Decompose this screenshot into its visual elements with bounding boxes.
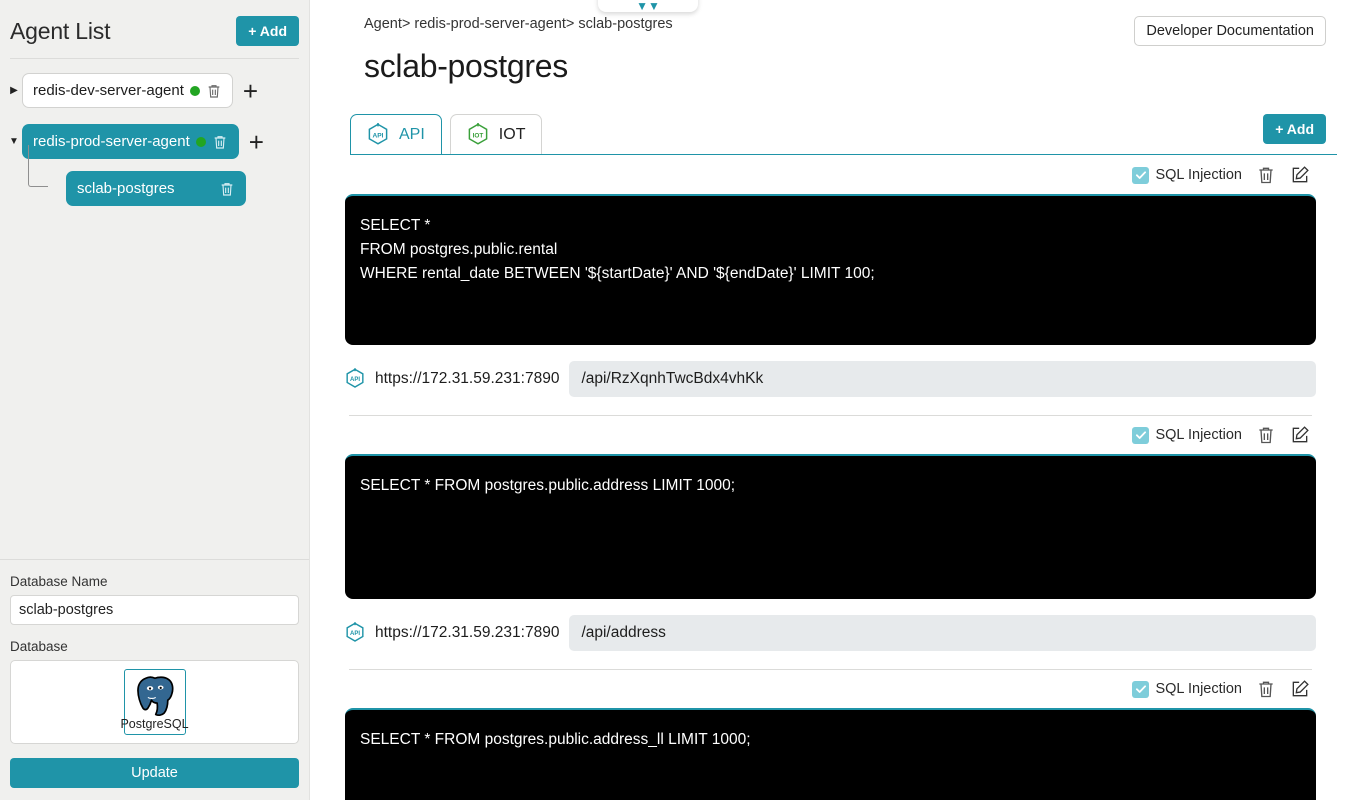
tree-row: redis-dev-server-agent + (6, 73, 299, 108)
caret-collapsed-icon[interactable] (6, 86, 22, 96)
endpoint-toolbar: SQL Injection (335, 156, 1326, 194)
panel-collapse-handle[interactable]: ▼▼ (598, 0, 698, 12)
sidebar-item-sclab-postgres[interactable]: sclab-postgres (66, 171, 246, 206)
endpoint-url-row: API https://172.31.59.231:7890 /api/RzXq… (335, 345, 1326, 397)
database-settings-form: Database Name Database (0, 559, 309, 800)
sql-injection-label: SQL Injection (1155, 427, 1242, 443)
database-label: sclab-postgres (77, 180, 175, 197)
update-button[interactable]: Update (10, 758, 299, 788)
iot-hex-icon: IOT (467, 122, 489, 147)
add-child-plus-icon[interactable]: + (249, 129, 264, 155)
agent-label: redis-dev-server-agent (33, 82, 184, 99)
endpoint-url-row: API https://172.31.59.231:7890 /api/addr… (335, 599, 1326, 651)
sql-injection-label: SQL Injection (1155, 681, 1242, 697)
api-hex-icon: API (345, 368, 365, 390)
developer-documentation-button[interactable]: Developer Documentation (1134, 16, 1326, 46)
svg-text:IOT: IOT (472, 132, 483, 139)
trash-icon[interactable] (1256, 679, 1276, 699)
tree-connector (28, 145, 48, 187)
endpoint-toolbar: SQL Injection (335, 416, 1326, 454)
trash-icon[interactable] (1256, 425, 1276, 445)
endpoint-entry: SQL Injection SELECT * FROM postgres.pub… (310, 670, 1351, 800)
api-hex-icon: API (367, 122, 389, 147)
tab-iot[interactable]: IOT IOT (449, 114, 543, 154)
tab-api[interactable]: API API (350, 114, 442, 154)
sql-injection-checkbox[interactable] (1132, 166, 1150, 184)
database-label: Database (10, 639, 68, 654)
endpoint-path[interactable]: /api/RzXqnhTwcBdx4vhKk (569, 361, 1316, 397)
sql-query-code[interactable]: SELECT * FROM postgres.public.address_ll… (345, 708, 1316, 800)
trash-icon[interactable] (1256, 165, 1276, 185)
postgresql-elephant-icon (132, 674, 178, 718)
svg-text:API: API (350, 377, 360, 383)
sidebar-item-redis-prod-server-agent[interactable]: redis-prod-server-agent (22, 124, 239, 159)
endpoint-entry: SQL Injection SELECT * FROM postgres.pub… (310, 156, 1351, 416)
trash-icon[interactable] (212, 134, 228, 150)
endpoint-host: https://172.31.59.231:7890 (375, 370, 560, 387)
sql-query-code[interactable]: SELECT * FROM postgres.public.rental WHE… (345, 194, 1316, 345)
database-name-input[interactable] (10, 595, 299, 625)
trash-icon[interactable] (219, 181, 235, 197)
sidebar-header: Agent List + Add (0, 0, 309, 52)
sidebar: Agent List + Add redis-dev-server-agent … (0, 0, 310, 800)
app-root: Agent List + Add redis-dev-server-agent … (0, 0, 1351, 800)
add-agent-button[interactable]: + Add (236, 16, 299, 46)
svg-text:API: API (350, 631, 360, 637)
database-option-label: PostgreSQL (120, 717, 189, 732)
sql-injection-checkbox[interactable] (1132, 426, 1150, 444)
chevron-double-down-icon: ▼▼ (636, 0, 660, 13)
database-option-postgresql[interactable]: PostgreSQL (120, 669, 189, 735)
tab-label: IOT (498, 125, 526, 143)
add-endpoint-button[interactable]: + Add (1263, 114, 1326, 144)
tab-label: API (399, 125, 425, 143)
endpoint-host: https://172.31.59.231:7890 (375, 624, 560, 641)
endpoint-toolbar: SQL Injection (335, 670, 1326, 708)
edit-pencil-icon[interactable] (1290, 679, 1310, 699)
status-dot-icon (195, 136, 206, 147)
tree-child-row: sclab-postgres (28, 145, 299, 206)
endpoint-list[interactable]: SQL Injection SELECT * FROM postgres.pub… (310, 156, 1351, 800)
sql-injection-label: SQL Injection (1155, 167, 1242, 183)
agent-tree: redis-dev-server-agent + redis-prod-serv… (0, 59, 309, 559)
trash-icon[interactable] (206, 83, 222, 99)
sidebar-title: Agent List (10, 17, 111, 44)
page-title: sclab-postgres (364, 48, 568, 84)
api-hex-icon: API (345, 622, 365, 644)
endpoint-entry: SQL Injection SELECT * FROM postgres.pub… (310, 416, 1351, 670)
database-name-label: Database Name (10, 574, 108, 589)
sql-injection-checkbox[interactable] (1132, 680, 1150, 698)
tree-row: redis-prod-server-agent + (6, 124, 299, 159)
tab-bar: API API IOT IOT (350, 113, 1337, 155)
edit-pencil-icon[interactable] (1290, 425, 1310, 445)
caret-expanded-icon[interactable] (6, 137, 22, 147)
main-content: ▼▼ Agent> redis-prod-server-agent> sclab… (310, 0, 1351, 800)
add-child-plus-icon[interactable]: + (243, 78, 258, 104)
agent-label: redis-prod-server-agent (33, 133, 190, 150)
sql-query-code[interactable]: SELECT * FROM postgres.public.address LI… (345, 454, 1316, 599)
endpoint-path[interactable]: /api/address (569, 615, 1316, 651)
breadcrumb: Agent> redis-prod-server-agent> sclab-po… (364, 16, 673, 32)
sidebar-item-redis-dev-server-agent[interactable]: redis-dev-server-agent (22, 73, 233, 108)
svg-text:API: API (373, 132, 384, 139)
database-picker: PostgreSQL (10, 660, 299, 744)
edit-pencil-icon[interactable] (1290, 165, 1310, 185)
status-dot-icon (189, 85, 200, 96)
